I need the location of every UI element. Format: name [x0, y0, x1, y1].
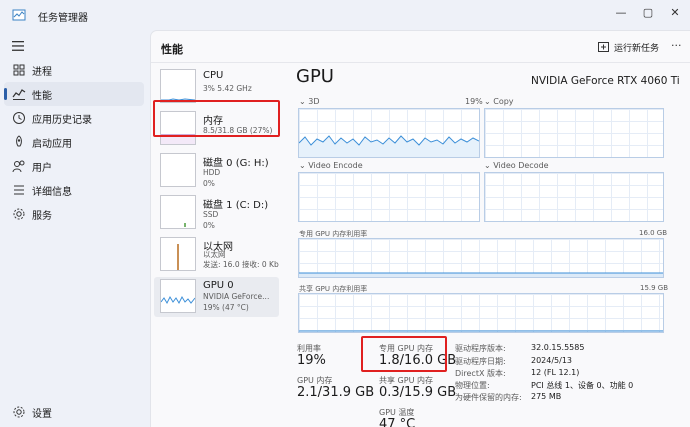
info-key: DirectX 版本:	[455, 369, 506, 378]
engine-selector-3d[interactable]: ⌄ 3D	[299, 97, 320, 106]
users-icon	[12, 160, 25, 173]
nav-label: 应用历史记录	[32, 115, 92, 126]
device-detail: 3% 5.42 GHz	[203, 84, 252, 93]
device-detail: 0%	[203, 179, 215, 188]
nav-label: 详细信息	[32, 187, 72, 198]
nav-label: 性能	[32, 91, 52, 102]
window-title: 任务管理器	[38, 13, 88, 24]
device-detail: 发送: 16.0 接收: 0 Kbps	[203, 260, 279, 269]
engine-selector-copy[interactable]: ⌄ Copy	[484, 97, 514, 106]
device-disk-0[interactable]: 磁盘 0 (G: H:) HDD 0%	[154, 151, 279, 191]
info-value: 32.0.15.5585	[531, 343, 585, 352]
dedicated-memory-max: 16.0 GB	[639, 229, 668, 237]
shared-memory-max: 15.9 GB	[640, 284, 669, 292]
task-manager-app-icon	[12, 9, 26, 21]
nav-label: 用户	[32, 163, 52, 174]
engine-selector-video-decode[interactable]: ⌄ Video Decode	[484, 161, 549, 170]
device-name: GPU 0	[203, 280, 234, 291]
gpu-model-name: NVIDIA GeForce RTX 4060 Ti	[531, 75, 680, 87]
memory-thumbnail	[160, 111, 196, 145]
disk-1-thumbnail	[160, 195, 196, 229]
info-value: PCI 总线 1、设备 0、功能 0	[531, 381, 634, 390]
nav-item-processes[interactable]: 进程	[4, 58, 144, 82]
title-bar: 任务管理器 — ▢ ✕	[0, 0, 690, 30]
graph-video-encode	[298, 172, 480, 222]
hamburger-icon[interactable]	[12, 41, 24, 51]
ethernet-thumbnail	[160, 237, 196, 271]
gpu-title: GPU	[296, 66, 334, 87]
engine-selector-video-encode[interactable]: ⌄ Video Encode	[299, 161, 363, 170]
device-disk-1[interactable]: 磁盘 1 (C: D:) SSD 0%	[154, 193, 279, 233]
nav-label: 服务	[32, 211, 52, 222]
disk-0-thumbnail	[160, 153, 196, 187]
dedicated-gpu-memory-value: 1.8/16.0 GB	[379, 353, 457, 368]
device-detail: 8.5/31.8 GB (27%)	[203, 126, 273, 135]
graph-shared-memory	[298, 293, 664, 333]
info-key: 驱动程序版本:	[455, 344, 506, 353]
device-detail: HDD	[203, 168, 221, 177]
info-value: 12 (FL 12.1)	[531, 368, 580, 377]
nav-item-users[interactable]: 用户	[4, 154, 144, 178]
nav-item-performance[interactable]: 性能	[4, 82, 144, 106]
device-detail: 19% (47 °C)	[203, 303, 249, 312]
nav-item-services[interactable]: 服务	[4, 202, 144, 226]
engine-3d-value: 19%	[465, 97, 483, 106]
nav-item-app-history[interactable]: 应用历史记录	[4, 106, 144, 130]
performance-panel: 性能 运行新任务 ··· CPU 3% 5.42 GHz 内存 8.5/31.8…	[150, 30, 690, 427]
device-detail: NVIDIA GeForce...	[203, 292, 270, 301]
cpu-thumbnail	[160, 69, 196, 103]
info-key: 物理位置:	[455, 381, 490, 390]
page-title: 性能	[161, 43, 183, 56]
utilization-value: 19%	[297, 353, 326, 368]
device-cpu[interactable]: CPU 3% 5.42 GHz	[154, 67, 279, 107]
graph-video-decode	[484, 172, 664, 222]
more-options-button[interactable]: ···	[671, 39, 682, 52]
nav-item-startup[interactable]: 启动应用	[4, 130, 144, 154]
processes-icon	[13, 64, 25, 76]
device-name: 磁盘 0 (G: H:)	[203, 158, 269, 169]
info-value: 275 MB	[531, 392, 562, 401]
run-new-task-label: 运行新任务	[614, 44, 660, 54]
close-button[interactable]: ✕	[664, 5, 686, 21]
device-detail: 0%	[203, 221, 215, 230]
nav-label: 进程	[32, 67, 52, 78]
nav-label: 设置	[32, 409, 52, 420]
settings-icon	[13, 406, 25, 418]
device-name: 磁盘 1 (C: D:)	[203, 200, 269, 211]
device-memory[interactable]: 内存 8.5/31.8 GB (27%)	[154, 109, 279, 149]
device-gpu-0[interactable]: GPU 0 NVIDIA GeForce... 19% (47 °C)	[154, 277, 279, 317]
gpu-memory-value: 2.1/31.9 GB	[297, 385, 375, 400]
device-ethernet[interactable]: 以太网 以太网 发送: 16.0 接收: 0 Kbps	[154, 235, 279, 275]
startup-icon	[16, 135, 22, 147]
device-name: 内存	[203, 116, 223, 127]
navigation-rail: 进程 性能 应用历史记录 启动应用 用户 详细信息 服务 设置	[0, 30, 150, 427]
history-icon	[13, 112, 25, 124]
graph-3d	[298, 108, 480, 158]
device-name: CPU	[203, 70, 224, 81]
device-detail: SSD	[203, 210, 219, 219]
maximize-button[interactable]: ▢	[637, 5, 659, 21]
gpu-thumbnail	[160, 279, 196, 313]
nav-item-details[interactable]: 详细信息	[4, 178, 144, 202]
graph-dedicated-memory	[298, 238, 664, 278]
graph-copy	[484, 108, 664, 158]
info-key: 驱动程序日期:	[455, 357, 506, 366]
services-icon	[13, 208, 25, 220]
performance-icon	[12, 89, 26, 100]
details-icon	[14, 185, 24, 195]
gpu-temperature-value: 47 °C	[379, 417, 416, 427]
run-task-icon	[598, 42, 609, 52]
nav-label: 启动应用	[32, 139, 72, 150]
minimize-button[interactable]: —	[610, 5, 632, 21]
shared-gpu-memory-value: 0.3/15.9 GB	[379, 385, 457, 400]
device-list: CPU 3% 5.42 GHz 内存 8.5/31.8 GB (27%) 磁盘 …	[151, 63, 281, 427]
info-value: 2024/5/13	[531, 356, 573, 365]
nav-item-settings[interactable]: 设置	[4, 400, 144, 424]
info-key: 为硬件保留的内存:	[455, 393, 522, 402]
